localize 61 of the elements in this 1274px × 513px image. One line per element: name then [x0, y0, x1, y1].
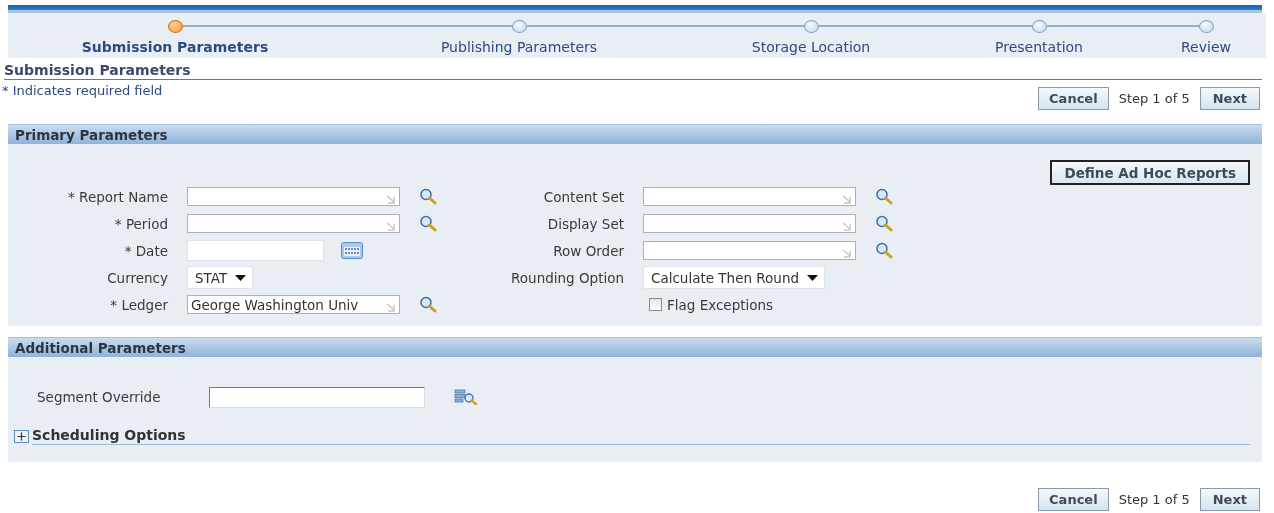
section-header: Primary Parameters	[8, 124, 1262, 144]
define-reports-button[interactable]: Define Ad Hoc Reports	[1050, 160, 1250, 185]
step-indicator[interactable]	[167, 19, 183, 33]
search-icon[interactable]	[875, 242, 893, 259]
field-label: * Report Name	[67, 188, 169, 205]
field-label: Rounding Option	[510, 269, 625, 286]
page-title: Submission Parameters	[4, 58, 1262, 80]
text-field[interactable]	[643, 214, 856, 233]
cancel-button[interactable]: Cancel	[1038, 488, 1109, 511]
corner-arrow-icon	[842, 222, 852, 231]
required-note: * Indicates required field	[2, 82, 163, 98]
calendar-icon[interactable]	[341, 242, 363, 259]
dropdown[interactable]: Calculate Then Round	[643, 266, 825, 289]
step-indicator[interactable]	[511, 19, 527, 33]
search-icon[interactable]	[875, 215, 893, 232]
field-label: * Period	[113, 215, 169, 232]
text-field[interactable]	[187, 214, 400, 233]
step-indicator[interactable]	[1198, 19, 1214, 33]
lookup-icon[interactable]	[454, 389, 478, 405]
search-icon[interactable]	[875, 188, 893, 205]
step-indicator[interactable]	[1031, 19, 1047, 33]
corner-arrow-icon	[386, 195, 396, 204]
search-icon[interactable]	[419, 188, 437, 205]
step-counter: Step 1 of 5	[1118, 492, 1190, 507]
step-label[interactable]: Review	[1181, 39, 1231, 55]
text-field[interactable]	[209, 386, 425, 408]
corner-arrow-icon	[386, 303, 396, 312]
text-field[interactable]	[187, 187, 400, 206]
step-label[interactable]: Publishing Parameters	[440, 39, 598, 55]
field-label: Segment Override	[37, 389, 162, 405]
field-label: Row Order	[552, 242, 625, 259]
text-field[interactable]	[643, 241, 856, 260]
field-label: * Date	[123, 242, 169, 259]
checkbox-label: Flag Exceptions	[667, 296, 774, 313]
field-label: * Ledger	[109, 296, 169, 313]
caret-icon	[235, 274, 247, 281]
next-button[interactable]: Next	[1199, 488, 1260, 511]
text-field[interactable]	[643, 187, 856, 206]
expand-icon[interactable]	[14, 429, 29, 443]
corner-arrow-icon	[842, 249, 852, 258]
dropdown[interactable]: STAT	[187, 266, 254, 289]
text-field[interactable]: George Washington Univ	[187, 295, 400, 314]
step-counter: Step 1 of 5	[1118, 91, 1190, 106]
search-icon[interactable]	[419, 296, 437, 313]
next-button[interactable]: Next	[1199, 87, 1260, 110]
field-label: Display Set	[546, 215, 625, 232]
caret-icon	[807, 274, 818, 281]
search-icon[interactable]	[419, 215, 437, 232]
field-label: Currency	[106, 269, 169, 286]
date-field[interactable]	[187, 240, 324, 261]
corner-arrow-icon	[386, 222, 396, 231]
step-indicator[interactable]	[803, 19, 819, 33]
checkbox[interactable]	[649, 298, 662, 311]
step-label[interactable]: Submission Parameters	[81, 39, 269, 55]
corner-arrow-icon	[842, 195, 852, 204]
cancel-button[interactable]: Cancel	[1038, 87, 1109, 110]
step-label[interactable]: Storage Location	[751, 39, 871, 55]
section-header: Additional Parameters	[8, 337, 1262, 357]
field-label: Content Set	[542, 188, 625, 205]
step-label[interactable]: Presentation	[995, 39, 1083, 55]
section-title[interactable]: Scheduling Options	[32, 427, 1250, 445]
